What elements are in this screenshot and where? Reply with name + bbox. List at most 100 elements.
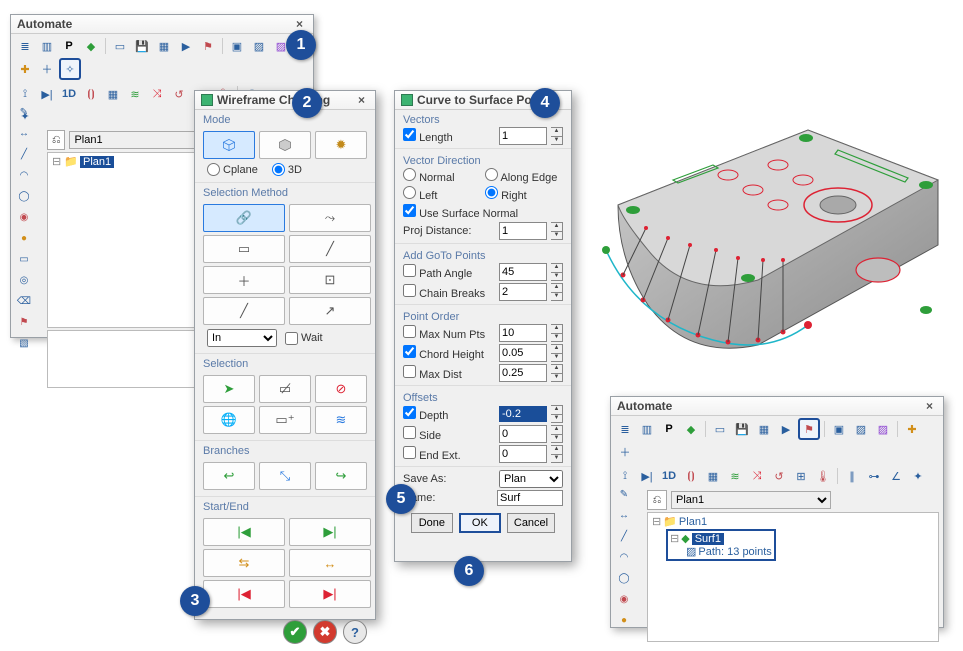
tree-root[interactable]: Plan1: [679, 516, 707, 528]
grid-small-icon[interactable]: ▦: [103, 84, 123, 104]
target-icon[interactable]: ◎: [15, 271, 33, 289]
saveas-select[interactable]: Plan: [499, 470, 563, 488]
in-select[interactable]: In: [207, 329, 277, 347]
branch-fwd-button[interactable]: ↪: [315, 462, 367, 490]
start-last-button[interactable]: ▶|: [289, 518, 371, 546]
maxdist-checkbox[interactable]: Max Dist: [403, 365, 495, 381]
end-last-button[interactable]: ▶|: [289, 580, 371, 608]
mode-wireframe-button[interactable]: [203, 131, 255, 159]
close-icon[interactable]: ×: [922, 399, 937, 413]
save-icon[interactable]: 💾: [732, 419, 752, 439]
anchor-icon[interactable]: ◉: [15, 208, 33, 226]
alongedge-radio[interactable]: Along Edge: [485, 168, 563, 184]
one-d-icon[interactable]: 1D: [59, 84, 79, 104]
unselect-button[interactable]: ▭̸: [259, 375, 311, 403]
pencil-icon[interactable]: ✎: [615, 485, 633, 503]
bracket-icon[interactable]: ⦗⦘: [681, 466, 701, 486]
page-icon[interactable]: ▭: [710, 419, 730, 439]
hatch-blue-icon[interactable]: ▨: [249, 36, 269, 56]
left-radio[interactable]: Left: [403, 186, 481, 202]
single-method-button[interactable]: ╱: [289, 235, 371, 263]
plan-tree-right[interactable]: ⊟ 📁 Plan1 ⊟ ◆ Surf1 ▨ Path: 13 points: [647, 512, 939, 642]
ok-button[interactable]: OK: [459, 513, 501, 533]
wave-icon[interactable]: ≋: [125, 84, 145, 104]
length-input[interactable]: [499, 127, 547, 145]
line-method-button[interactable]: ╱: [203, 297, 285, 325]
view-icon[interactable]: ⟟: [615, 466, 635, 486]
eraser-icon[interactable]: ⌫: [15, 292, 33, 310]
chainbreaks-input[interactable]: [499, 283, 547, 301]
hatch-blue-icon[interactable]: ▨: [851, 419, 871, 439]
end-first-button[interactable]: |◀: [203, 580, 285, 608]
play-solid-icon[interactable]: ▶|: [637, 466, 657, 486]
help-round-button[interactable]: ?: [343, 620, 367, 644]
side-spinner[interactable]: ▲▼: [551, 425, 563, 443]
anchor-icon[interactable]: ◉: [615, 590, 633, 608]
close-icon[interactable]: ×: [292, 17, 307, 31]
chainbreaks-spinner[interactable]: ▲▼: [551, 283, 563, 301]
tree-expand-icon[interactable]: ⊟: [652, 515, 661, 528]
grid-small-icon[interactable]: ▦: [703, 466, 723, 486]
play-icon[interactable]: ▶: [776, 419, 796, 439]
flag2-icon[interactable]: ⚑: [15, 313, 33, 331]
line-icon[interactable]: ╱: [615, 527, 633, 545]
cancel-button[interactable]: Cancel: [507, 513, 555, 533]
loop-icon[interactable]: ↺: [169, 84, 189, 104]
maxdist-spinner[interactable]: ▲▼: [551, 364, 563, 382]
point-method-button[interactable]: ⊡: [289, 266, 371, 294]
ok-round-button[interactable]: ✔: [283, 620, 307, 644]
chordheight-input[interactable]: [499, 344, 547, 362]
page-icon[interactable]: ▭: [110, 36, 130, 56]
plus-icon[interactable]: ＋: [37, 59, 57, 79]
chordheight-spinner[interactable]: ▲▼: [551, 344, 563, 362]
plan-prev-icon[interactable]: ⎌: [647, 490, 667, 510]
3d-radio[interactable]: 3D: [272, 163, 302, 176]
side-checkbox[interactable]: Side: [403, 426, 495, 442]
box-icon[interactable]: ▣: [227, 36, 247, 56]
chordheight-checkbox[interactable]: Chord Height: [403, 345, 495, 361]
grid-icon[interactable]: ▦: [154, 36, 174, 56]
flag-icon[interactable]: ⚑: [198, 36, 218, 56]
oval-icon[interactable]: ◯: [615, 569, 633, 587]
list-icon[interactable]: ≣: [615, 419, 635, 439]
diamond-green-icon[interactable]: ◆: [81, 36, 101, 56]
length-checkbox[interactable]: Length: [403, 128, 495, 144]
cross-icon[interactable]: ✚: [902, 419, 922, 439]
hatch-multi-icon[interactable]: ▨: [873, 419, 893, 439]
pathangle-checkbox[interactable]: Path Angle: [403, 264, 495, 280]
grid-icon[interactable]: ▦: [754, 419, 774, 439]
sphere-icon[interactable]: ●: [615, 611, 633, 629]
depth-input[interactable]: [499, 406, 547, 422]
projdist-spinner[interactable]: ▲▼: [551, 222, 563, 240]
dup-select-button[interactable]: ▭⁺: [259, 406, 311, 434]
bold-p-icon[interactable]: P: [59, 36, 79, 56]
list-icon[interactable]: ≣: [15, 36, 35, 56]
flag-icon[interactable]: ⚑: [798, 418, 820, 440]
normal-radio[interactable]: Normal: [403, 168, 481, 184]
bracket-icon[interactable]: ⦗⦘: [81, 84, 101, 104]
pathangle-spinner[interactable]: ▲▼: [551, 263, 563, 281]
vector-method-button[interactable]: ↗: [289, 297, 371, 325]
oval-icon[interactable]: ◯: [15, 187, 33, 205]
maxnumpts-checkbox[interactable]: Max Num Pts: [403, 325, 495, 341]
bold-p-icon[interactable]: P: [659, 419, 679, 439]
globe-button[interactable]: 🌐: [203, 406, 255, 434]
wait-checkbox[interactable]: Wait: [285, 332, 323, 345]
angle-icon[interactable]: ∠: [886, 466, 906, 486]
play-solid-icon[interactable]: ▶|: [37, 84, 57, 104]
depth-spinner[interactable]: ▲▼: [551, 405, 563, 423]
mode-settings-button[interactable]: ✹: [315, 131, 367, 159]
chain-partial-button[interactable]: ⤳: [289, 204, 371, 232]
pick-button[interactable]: ➤: [203, 375, 255, 403]
plus-method-button[interactable]: ＋: [203, 266, 285, 294]
close-icon[interactable]: ×: [354, 93, 369, 107]
loop-icon[interactable]: ↺: [769, 466, 789, 486]
chainbreaks-checkbox[interactable]: Chain Breaks: [403, 284, 495, 300]
use-surf-normal-checkbox[interactable]: Use Surface Normal: [403, 204, 518, 220]
length-spinner[interactable]: ▲▼: [551, 127, 563, 145]
view-icon[interactable]: ⟟: [15, 84, 35, 104]
depth-checkbox[interactable]: Depth: [403, 406, 495, 422]
start-first-button[interactable]: |◀: [203, 518, 285, 546]
one-d-icon[interactable]: 1D: [659, 466, 679, 486]
arc-icon[interactable]: ◠: [15, 166, 33, 184]
